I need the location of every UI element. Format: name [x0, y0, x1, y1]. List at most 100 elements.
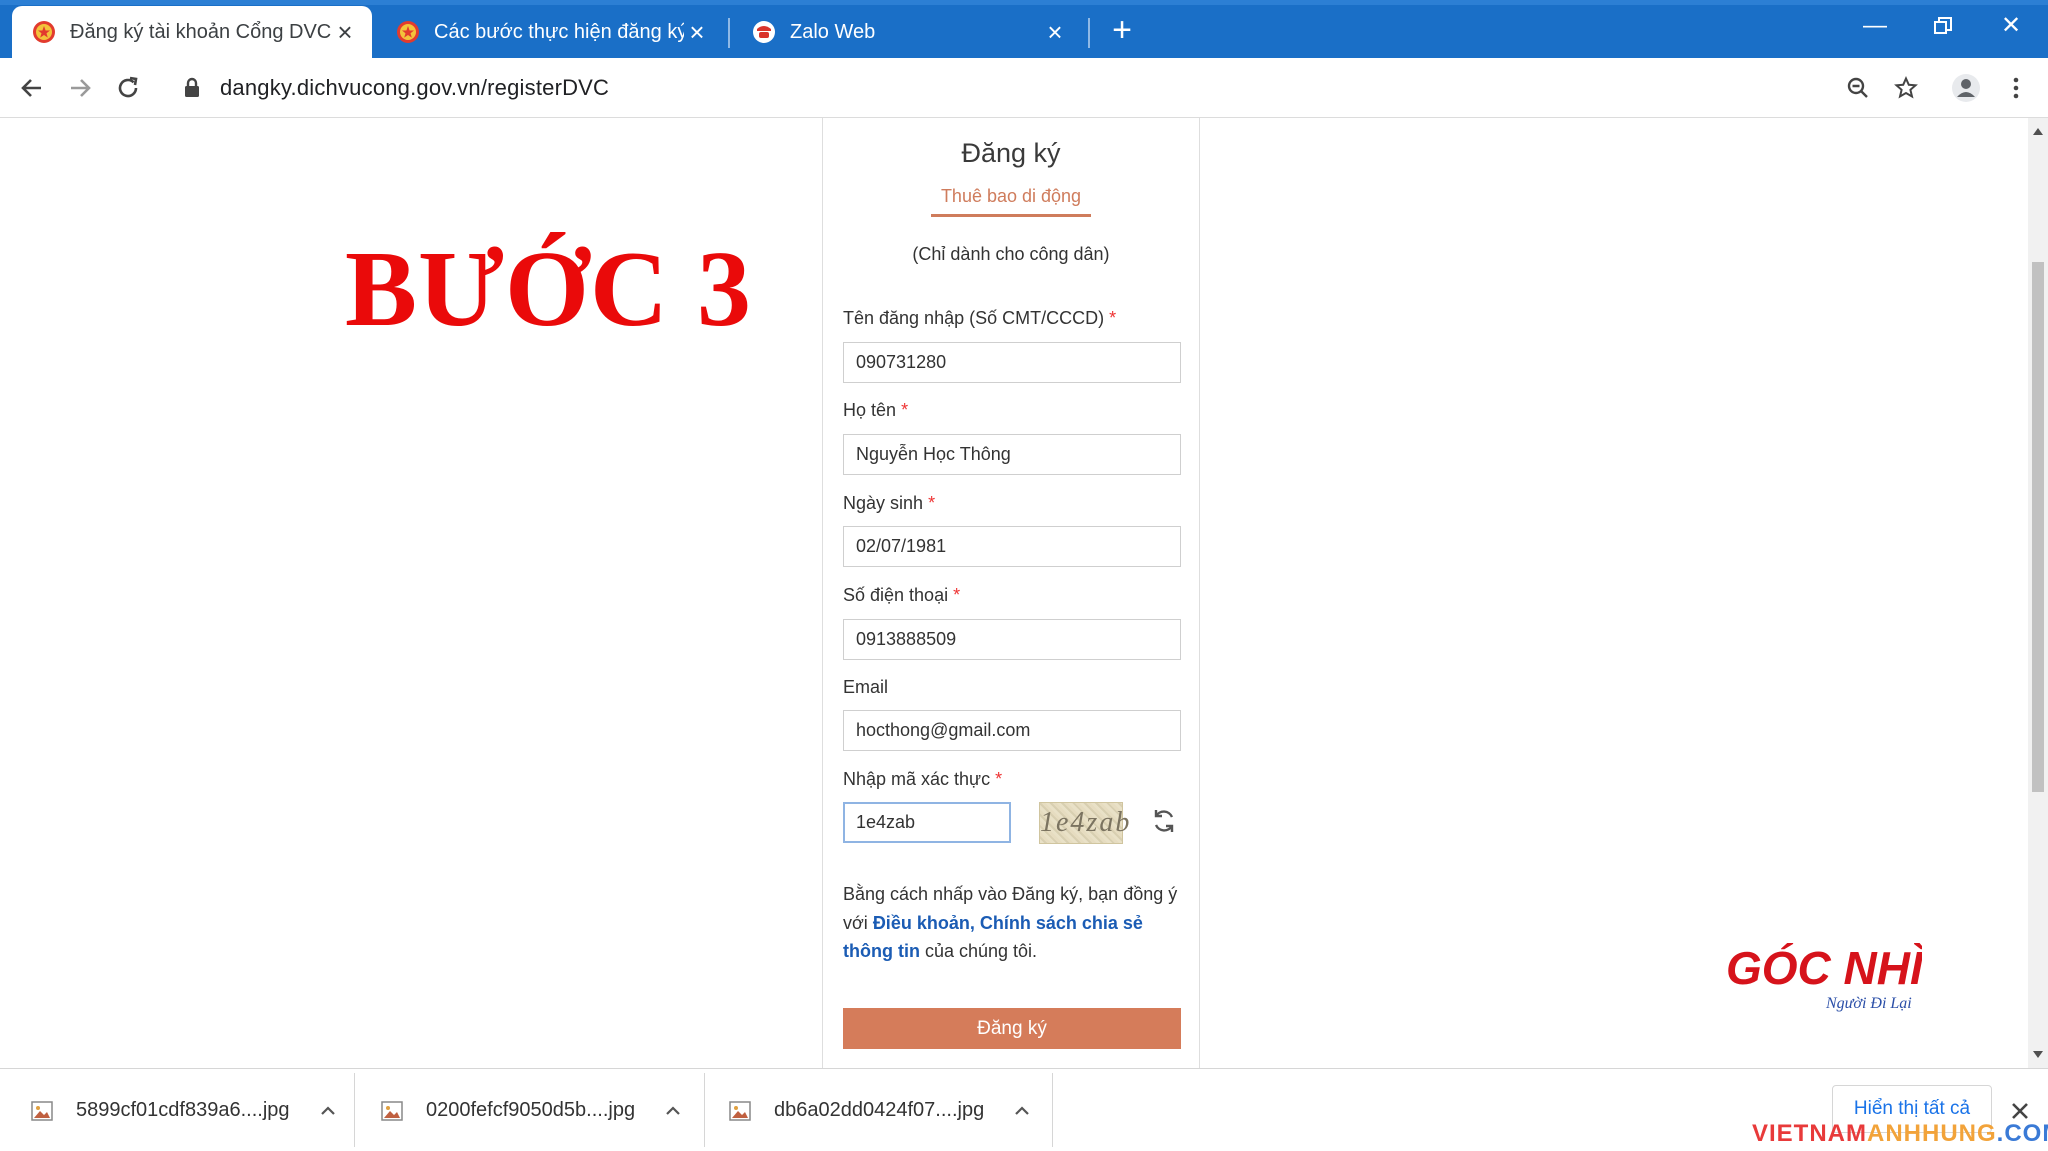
menu-button[interactable]	[1996, 68, 2036, 108]
window-close-icon[interactable]: ✕	[1978, 6, 2044, 46]
star-icon	[1894, 76, 1918, 99]
dob-label: Ngày sinh *	[843, 493, 935, 514]
image-file-icon	[381, 1100, 403, 1121]
terms-text: Bằng cách nhấp vào Đăng ký, bạn đồng ý v…	[843, 880, 1193, 966]
download-separator	[1052, 1073, 1053, 1147]
phone-input[interactable]	[843, 619, 1181, 660]
logo-line1: GÓC NHÌN	[1726, 942, 1922, 994]
goc-nhin-logo: GÓC NHÌN Người Đi Lại	[1726, 942, 1922, 1012]
captcha-label: Nhập mã xác thực *	[843, 769, 1002, 790]
vietnam-emblem-icon	[33, 21, 55, 43]
email-input[interactable]	[843, 710, 1181, 751]
lock-icon[interactable]	[182, 77, 202, 99]
watermark-part2: ANHHUNG	[1867, 1120, 1997, 1147]
tab-close-icon[interactable]: ×	[684, 19, 710, 45]
reload-button[interactable]	[108, 68, 148, 108]
forward-button[interactable]	[60, 68, 100, 108]
tab-zalo-web[interactable]: Zalo Web ×	[732, 6, 1082, 58]
scroll-up-icon[interactable]	[2032, 126, 2044, 138]
download-filename: 5899cf01cdf839a6....jpg	[76, 1099, 290, 1121]
refresh-captcha-icon[interactable]	[1149, 806, 1179, 836]
back-button[interactable]	[12, 68, 52, 108]
watermark-part3: .COM	[1996, 1120, 2048, 1147]
bookmark-button[interactable]	[1886, 68, 1926, 108]
fullname-label-text: Họ tên	[843, 400, 897, 420]
username-label: Tên đăng nhập (Số CMT/CCCD) *	[843, 308, 1116, 329]
dob-input[interactable]	[843, 526, 1181, 567]
minimize-icon[interactable]: —	[1842, 6, 1908, 46]
restore-icon[interactable]	[1910, 6, 1976, 46]
url-text: dangky.dichvucong.gov.vn/registerDVC	[220, 75, 610, 100]
download-item[interactable]: 5899cf01cdf839a6....jpg	[30, 1069, 338, 1151]
restore-glyph	[1934, 17, 1952, 34]
image-file-icon	[729, 1100, 751, 1121]
form-note: (Chỉ dành cho công dân)	[912, 244, 1110, 264]
tab-mobile-subscriber[interactable]: Thuê bao di động	[823, 186, 1199, 207]
captcha-image: 1e4zab	[1039, 802, 1129, 844]
fullname-label: Họ tên *	[843, 400, 908, 421]
fullname-input[interactable]	[843, 434, 1181, 475]
download-separator	[354, 1073, 355, 1147]
tab-dvc-register[interactable]: Đăng ký tài khoản Cổng DVC quốc gia ×	[12, 6, 372, 58]
vietnam-emblem-icon	[397, 21, 419, 43]
username-input[interactable]	[843, 342, 1181, 383]
browser-toolbar: dangky.dichvucong.gov.vn/registerDVC	[0, 58, 2048, 118]
download-bar: 5899cf01cdf839a6....jpg 0200fefcf9050d5b…	[0, 1068, 2048, 1151]
download-separator	[704, 1073, 705, 1147]
watermark-part1: VIETNAM	[1752, 1120, 1867, 1147]
image-file-icon	[31, 1100, 53, 1121]
reload-icon	[118, 76, 138, 98]
captcha-input[interactable]	[843, 802, 1011, 843]
tab-strip-topline	[0, 0, 2048, 5]
required-mark: *	[928, 493, 936, 513]
dob-label-text: Ngày sinh	[843, 493, 924, 513]
captcha-label-text: Nhập mã xác thực	[843, 769, 991, 789]
site-watermark: VIETNAMANHHUNG.COM	[1752, 1120, 2048, 1148]
required-mark: *	[901, 400, 909, 420]
required-mark: *	[995, 769, 1003, 789]
email-label-text: Email	[843, 677, 889, 697]
more-vertical-icon	[2013, 77, 2019, 99]
phone-label-text: Số điện thoại	[843, 585, 949, 605]
zoom-out-icon	[1847, 77, 1868, 98]
tab-title: Đăng ký tài khoản Cổng DVC quốc gia	[70, 20, 332, 43]
scroll-down-icon[interactable]	[2032, 1048, 2044, 1060]
form-title: Đăng ký	[961, 138, 1061, 168]
required-mark: *	[953, 585, 961, 605]
tab-separator	[728, 18, 730, 48]
terms-suffix: của chúng tôi.	[919, 941, 1038, 961]
arrow-left-icon	[21, 79, 41, 97]
screen: Đăng ký tài khoản Cổng DVC quốc gia × Cá…	[0, 0, 2048, 1151]
avatar-icon	[1952, 74, 1980, 102]
tab-close-icon[interactable]: ×	[332, 19, 358, 45]
page-viewport: BƯỚC 3 Đăng ký Thuê bao di động (Chỉ dàn…	[0, 118, 2028, 1068]
tab-underline	[931, 214, 1091, 217]
phone-label: Số điện thoại *	[843, 585, 960, 606]
download-item[interactable]: 0200fefcf9050d5b....jpg	[380, 1069, 683, 1151]
chevron-up-icon[interactable]	[663, 1101, 683, 1121]
register-button[interactable]: Đăng ký	[843, 1008, 1181, 1049]
tab-title: Các bước thực hiện đăng ký tài khoản	[434, 20, 684, 43]
profile-button[interactable]	[1946, 68, 1986, 108]
zalo-icon	[753, 21, 775, 43]
download-filename: 0200fefcf9050d5b....jpg	[426, 1099, 636, 1121]
arrow-right-icon	[71, 79, 91, 97]
tab-register-steps[interactable]: Các bước thực hiện đăng ký tài khoản ×	[376, 6, 724, 58]
download-item[interactable]: db6a02dd0424f07....jpg	[728, 1069, 1032, 1151]
zoom-button[interactable]	[1838, 68, 1878, 108]
email-label: Email	[843, 677, 888, 698]
new-tab-button[interactable]: +	[1106, 12, 1138, 48]
download-filename: db6a02dd0424f07....jpg	[774, 1099, 985, 1121]
logo-line2: Người Đi Lại	[1825, 995, 1912, 1012]
username-label-text: Tên đăng nhập (Số CMT/CCCD)	[843, 308, 1105, 328]
register-form: Đăng ký Thuê bao di động (Chỉ dành cho c…	[822, 118, 1200, 1068]
chevron-up-icon[interactable]	[318, 1101, 338, 1121]
tab-title: Zalo Web	[790, 20, 876, 43]
step-heading: BƯỚC 3	[345, 230, 752, 349]
tab-close-icon[interactable]: ×	[1042, 19, 1068, 45]
chevron-up-icon[interactable]	[1012, 1101, 1032, 1121]
page-scrollbar[interactable]	[2028, 118, 2048, 1068]
scroll-thumb[interactable]	[2032, 262, 2044, 792]
required-mark: *	[1109, 308, 1117, 328]
address-bar[interactable]: dangky.dichvucong.gov.vn/registerDVC	[164, 66, 1864, 110]
